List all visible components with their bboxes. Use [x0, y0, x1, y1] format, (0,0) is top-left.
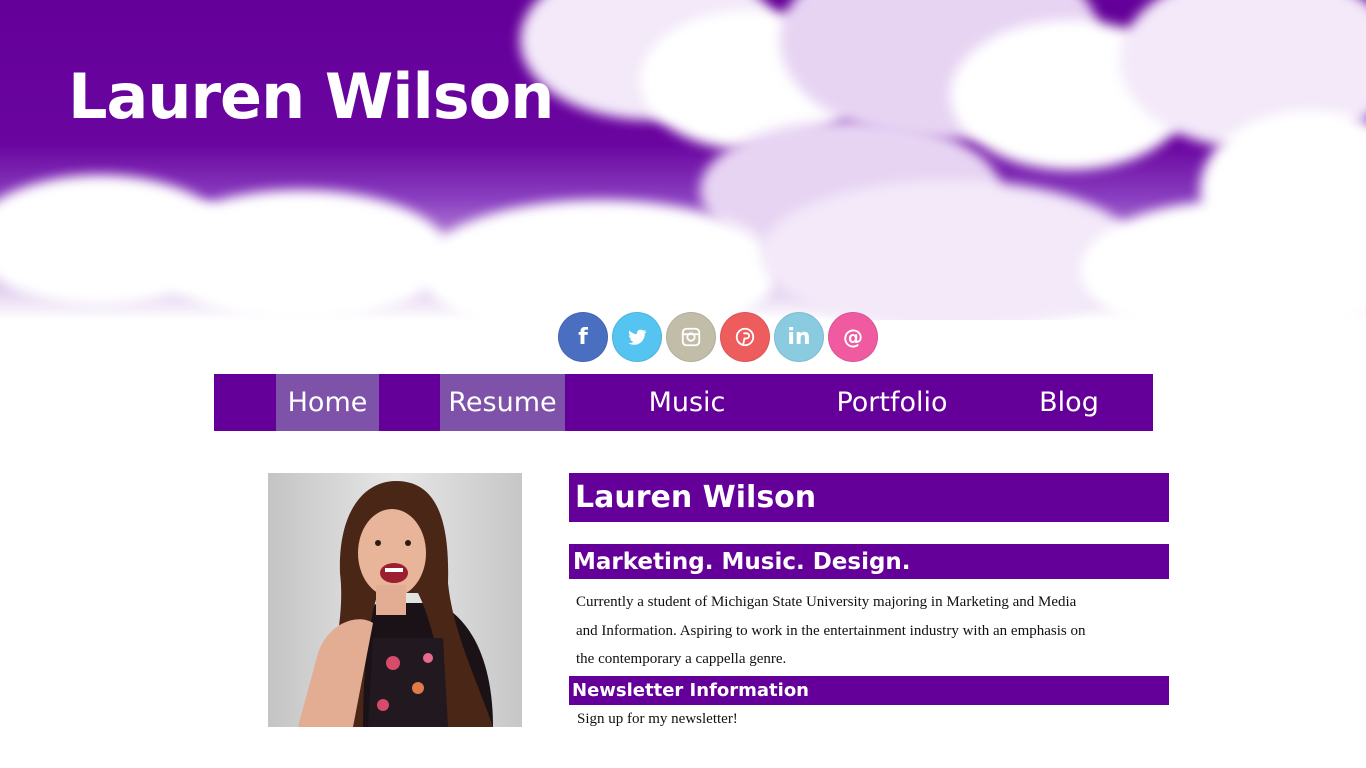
nav-item-music[interactable]: Music — [632, 374, 742, 431]
header-banner: Lauren Wilson — [0, 0, 1366, 320]
twitter-bird-icon — [628, 329, 647, 345]
email-icon[interactable]: @ — [828, 312, 878, 362]
instagram-icon[interactable] — [666, 312, 716, 362]
camera-icon — [681, 327, 701, 347]
tagline-heading: Marketing. Music. Design. — [569, 544, 1169, 579]
cloud — [760, 180, 1140, 320]
about-line: and Information. Aspiring to work in the… — [576, 622, 1086, 639]
profile-portrait — [298, 481, 493, 727]
nav-item-portfolio[interactable]: Portfolio — [822, 374, 962, 431]
cloud — [1080, 200, 1366, 320]
about-line: Currently a student of Michigan State Un… — [576, 594, 1077, 610]
nav-item-blog[interactable]: Blog — [1024, 374, 1114, 431]
email-glyph: @ — [843, 325, 863, 349]
pinterest-icon[interactable] — [720, 312, 770, 362]
newsletter-text: Sign up for my newsletter! — [577, 711, 738, 727]
about-line: the contemporary a cappella genre. — [576, 651, 787, 667]
linkedin-icon[interactable]: in — [774, 312, 824, 362]
profile-name-heading: Lauren Wilson — [569, 473, 1169, 522]
cloud — [150, 190, 450, 320]
site-title: Lauren Wilson — [68, 60, 554, 133]
nav-item-resume[interactable]: Resume — [440, 374, 565, 431]
nav-item-home[interactable]: Home — [276, 374, 379, 431]
twitter-icon[interactable] — [612, 312, 662, 362]
main-nav: Home Resume Music Portfolio Blog — [214, 374, 1153, 431]
profile-photo — [268, 473, 522, 727]
facebook-glyph: f — [578, 324, 588, 350]
about-text: Currently a student of Michigan State Un… — [576, 588, 1136, 674]
pin-icon — [735, 327, 755, 347]
facebook-icon[interactable]: f — [558, 312, 608, 362]
linkedin-glyph: in — [787, 324, 811, 350]
newsletter-heading: Newsletter Information — [569, 676, 1169, 705]
social-links: f in @ — [558, 312, 878, 362]
